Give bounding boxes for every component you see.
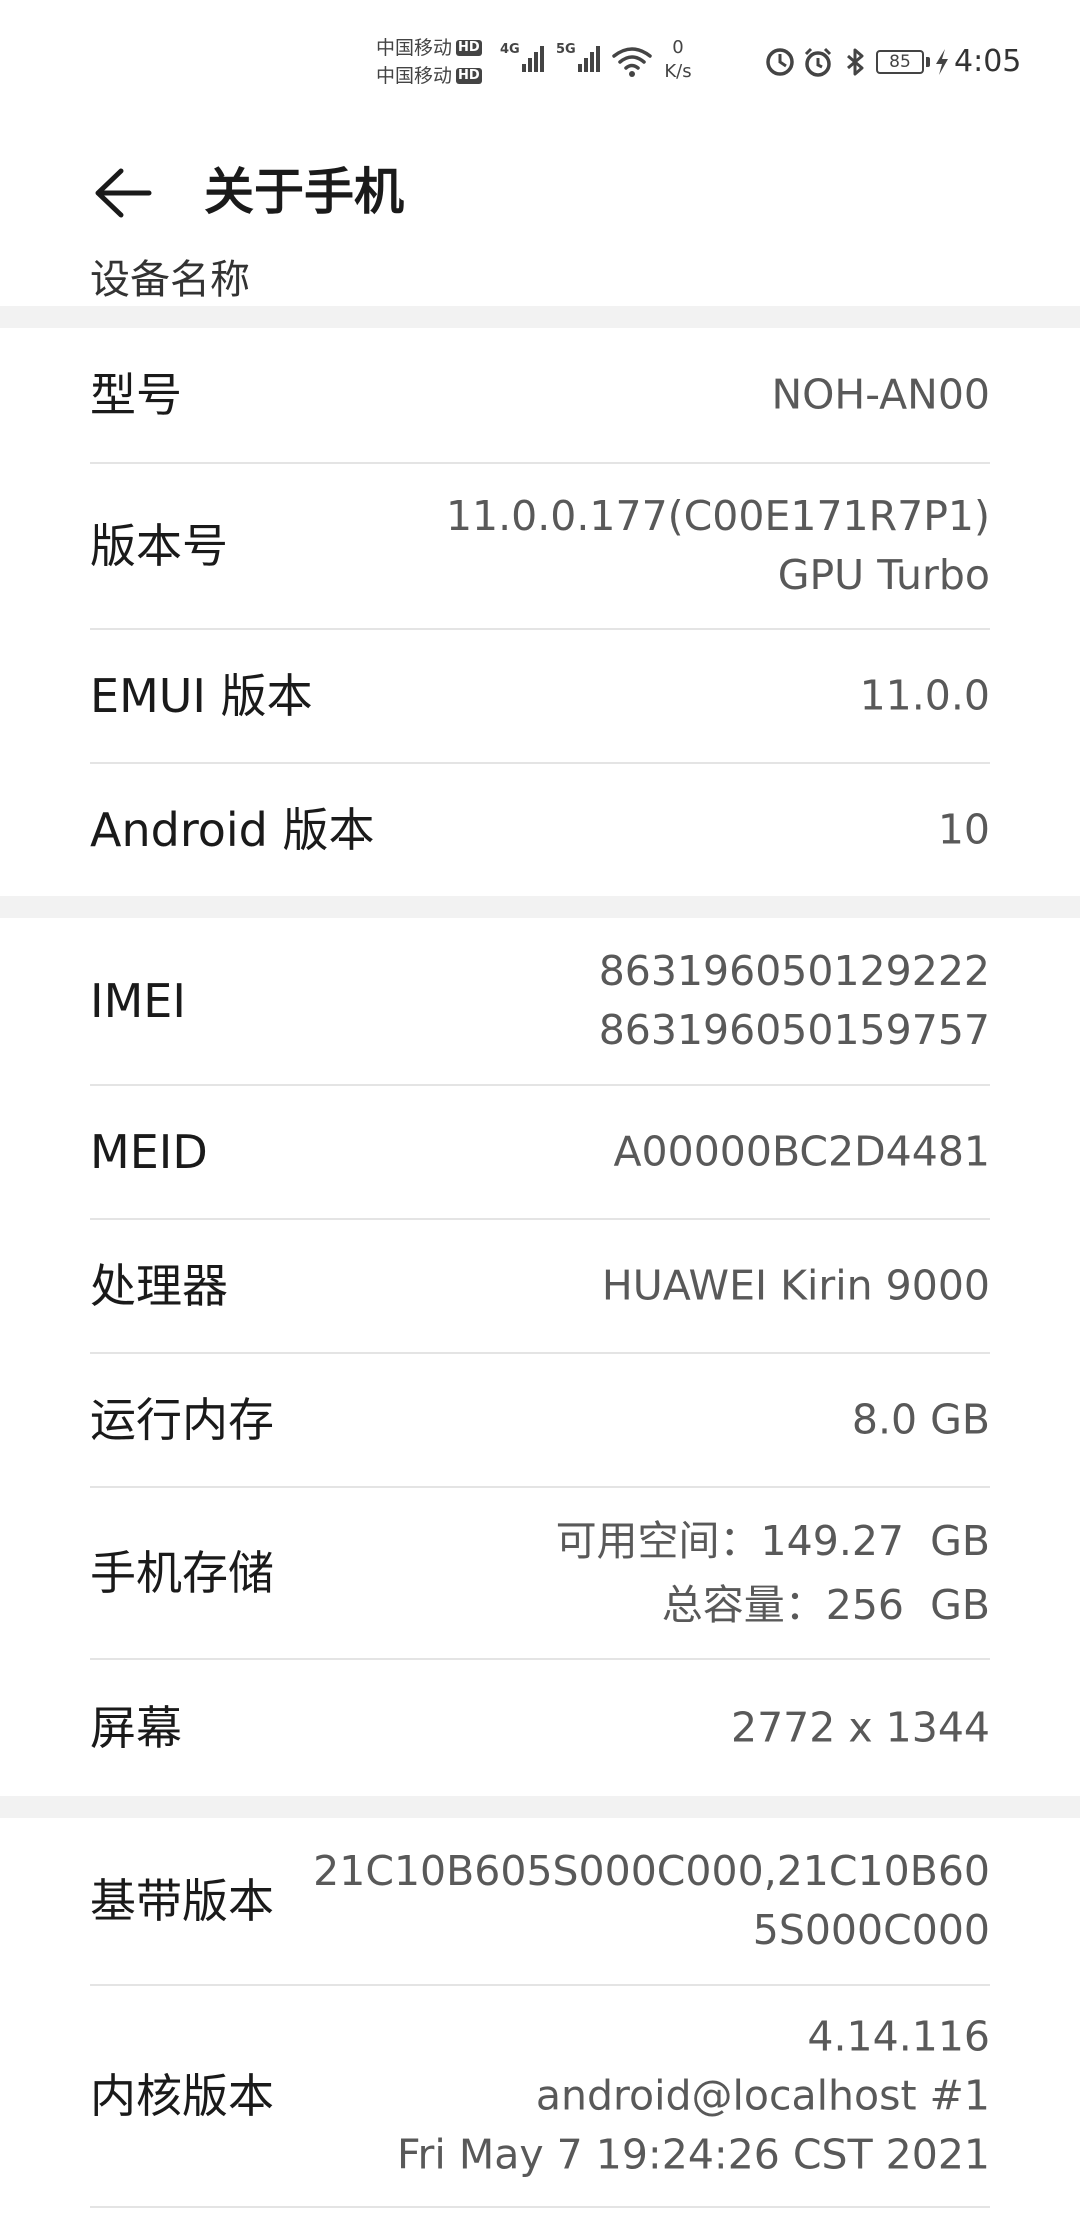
row-value: 4.14.116 android@localhost #1 Fri May 7 … — [396, 2012, 990, 2179]
row-label: 内核版本 — [90, 2069, 274, 2123]
charging-icon — [936, 49, 948, 75]
back-button[interactable] — [80, 150, 166, 236]
list-item-baseband-version[interactable]: 基带版本 21C10B605S000C000,21C10B60 5S000C00… — [90, 1818, 990, 1984]
list-item-ram[interactable]: 运行内存 8.0 GB — [90, 1354, 990, 1486]
arrow-left-icon — [95, 168, 152, 218]
hd-call-icon: HD — [456, 68, 482, 84]
row-label: EMUI 版本 — [90, 669, 313, 723]
row-label: 处理器 — [90, 1259, 228, 1313]
status-bar: 中国移动 HD 中国移动 HD 4G 5G 0 K/s 85 4:05 — [0, 0, 1080, 120]
row-label: 基带版本 — [90, 1874, 274, 1928]
list-item-processor[interactable]: 处理器 HUAWEI Kirin 9000 — [90, 1220, 990, 1352]
battery-tip — [926, 57, 930, 67]
signal-icon: 5G — [556, 42, 602, 72]
list-item-model[interactable]: 型号 NOH-AN00 — [90, 328, 990, 462]
list-item-emui-version[interactable]: EMUI 版本 11.0.0 — [90, 630, 990, 762]
list-item-meid[interactable]: MEID A00000BC2D4481 — [90, 1086, 990, 1218]
software-info-section: 基带版本 21C10B605S000C000,21C10B60 5S000C00… — [0, 1818, 1080, 2228]
carrier-name-2: 中国移动 — [376, 65, 453, 87]
carrier-info: 中国移动 HD 中国移动 HD — [376, 34, 482, 90]
page-title: 关于手机 — [204, 163, 404, 221]
row-value: 21C10B605S000C000,21C10B60 5S000C000 — [313, 1847, 990, 1954]
bluetooth-icon — [847, 48, 864, 76]
wifi-icon — [612, 47, 652, 77]
hardware-info-section: IMEI 863196050129222 863196050159757 MEI… — [0, 918, 1080, 1796]
list-item-kernel-version[interactable]: 内核版本 4.14.116 android@localhost #1 Fri M… — [90, 1986, 990, 2206]
row-value: 11.0.0.177(C00E171R7P1) GPU Turbo — [445, 492, 990, 599]
row-value: 10 — [937, 805, 990, 854]
row-label: 版本号 — [90, 519, 228, 573]
row-value: 2772 x 1344 — [730, 1703, 990, 1752]
network-type-1: 4G — [500, 42, 520, 57]
battery-icon: 85 — [876, 50, 924, 74]
divider — [90, 2206, 990, 2208]
row-value: 可用空间：149.27 GB 总容量：256 GB — [555, 1517, 990, 1629]
hd-call-icon: HD — [456, 40, 482, 56]
carrier-name-1: 中国移动 — [376, 37, 453, 59]
list-item-screen[interactable]: 屏幕 2772 x 1344 — [90, 1660, 990, 1796]
row-label: 屏幕 — [90, 1701, 182, 1755]
row-value: 11.0.0 — [859, 671, 990, 720]
network-speed: 0 K/s — [664, 37, 692, 82]
list-item-android-version[interactable]: Android 版本 10 — [90, 764, 990, 896]
status-time: 4:05 — [954, 44, 1022, 79]
list-item-build-number[interactable]: 版本号 11.0.0.177(C00E171R7P1) GPU Turbo — [90, 464, 990, 628]
alarm-icon — [804, 47, 832, 77]
app-header: 关于手机 设备名称 — [0, 120, 1080, 306]
row-value: NOH-AN00 — [771, 370, 990, 419]
row-label: IMEI — [90, 974, 186, 1028]
data-saver-icon — [766, 48, 794, 76]
row-label: 型号 — [90, 368, 182, 422]
row-label: MEID — [90, 1125, 208, 1179]
row-value: A00000BC2D4481 — [613, 1127, 990, 1176]
row-value: HUAWEI Kirin 9000 — [601, 1261, 990, 1310]
row-value: 8.0 GB — [851, 1395, 990, 1444]
signal-icon: 4G — [500, 42, 546, 72]
network-type-2: 5G — [556, 42, 576, 57]
row-label: 运行内存 — [90, 1393, 274, 1447]
row-label: 手机存储 — [90, 1546, 274, 1600]
row-label: Android 版本 — [90, 803, 375, 857]
device-name-row-cutoff[interactable]: 设备名称 — [90, 240, 250, 306]
device-info-section: 型号 NOH-AN00 版本号 11.0.0.177(C00E171R7P1) … — [0, 328, 1080, 896]
list-item-storage[interactable]: 手机存储 可用空间：149.27 GB 总容量：256 GB — [90, 1488, 990, 1658]
row-value: 863196050129222 863196050159757 — [598, 947, 990, 1054]
list-item-imei[interactable]: IMEI 863196050129222 863196050159757 — [90, 918, 990, 1084]
